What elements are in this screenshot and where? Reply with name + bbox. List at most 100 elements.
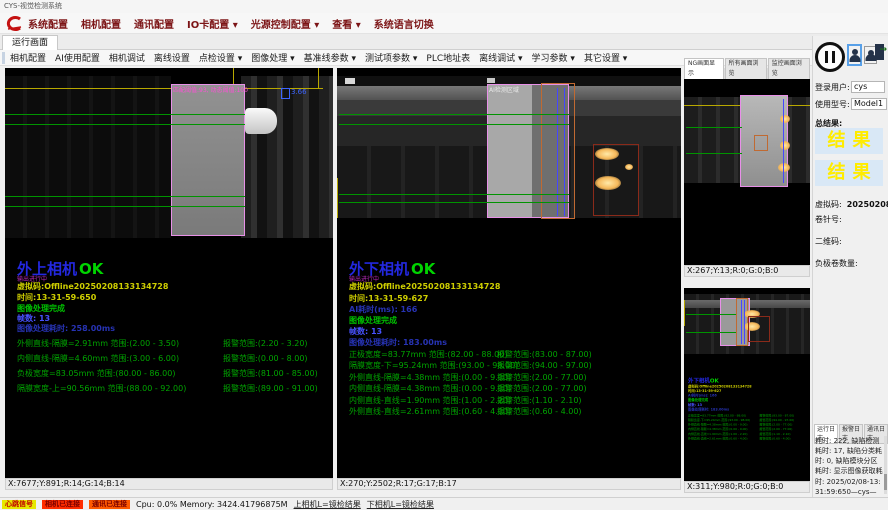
menu-io-config[interactable]: IO卡配置 ▾	[187, 16, 238, 31]
guide-line	[337, 178, 338, 218]
glare-spot	[625, 164, 633, 170]
upper-camera-result-link[interactable]: 上相机L=镜检结果	[294, 499, 361, 510]
guide-line	[557, 88, 558, 216]
tool-offline-debug[interactable]: 离线调试 ▾	[479, 51, 522, 64]
menu-light-config[interactable]: 光源控制配置 ▾	[251, 16, 320, 31]
process-done-line: 图像处理完成	[349, 315, 397, 326]
alarm-range: 报警范围:(2.00 - 77.00)	[759, 423, 792, 427]
coords-text: X:270;Y:2502;R:17;G:17;B:17	[340, 479, 457, 488]
measure-value: 隔膜宽度-上=90.56mm 范围:(88.00 - 92.00)	[17, 383, 186, 394]
tool-test-params[interactable]: 测试项参数 ▾	[365, 51, 417, 64]
model-label: 使用型号:	[815, 99, 850, 110]
tool-other-setting[interactable]: 其它设置 ▾	[584, 51, 627, 64]
alarm-range: 报警范围:(2.00 - 77.00)	[759, 427, 792, 431]
glare-spot	[595, 148, 619, 160]
measure-value: 内侧直线-直线=1.90mm 范围:(1.00 - 2.20)	[349, 395, 511, 406]
guide-line	[684, 300, 685, 326]
preview-view-bottom[interactable]: 外下相机OK 虚拟码:Offline20250208133134728 时间:1…	[684, 288, 810, 481]
tab-ng-display[interactable]: NG画面显示	[684, 58, 724, 79]
measure-value: 内侧直线-隔膜=4.38mm 范围:(0.00 - 9.00)	[349, 383, 511, 394]
lower-camera-result-link[interactable]: 下相机L=镜检结果	[367, 499, 434, 510]
preview-view-top[interactable]	[684, 79, 810, 265]
log-scrollbar[interactable]	[884, 436, 887, 494]
menubar: 系统配置 相机配置 通讯配置 IO卡配置 ▾ 光源控制配置 ▾ 查看 ▾ 系统语…	[0, 13, 888, 34]
login-user-button[interactable]	[847, 44, 862, 66]
tab-strip: 运行画面	[0, 34, 888, 50]
glare-spot	[595, 176, 621, 190]
tool-plc-address[interactable]: PLC地址表	[426, 51, 470, 64]
measure-value: 外侧直线-直线=2.61mm 范围:(0.60 - 4.00)	[349, 406, 511, 417]
defect-roi-box	[748, 316, 770, 342]
result-indicator-1: 结果	[815, 128, 883, 154]
roll-count-label: 负极卷数量:	[815, 258, 858, 269]
alarm-range: 报警范围:(0.60 - 4.00)	[759, 436, 790, 440]
guide-line	[339, 194, 569, 195]
guide-line	[783, 99, 784, 183]
window-title: CYS-视觉检测系统	[4, 2, 62, 10]
menu-language-switch[interactable]: 系统语言切换	[374, 16, 434, 31]
window-bottom-margin	[0, 510, 888, 522]
alarm-range: 报警范围:(2.00 - 77.00)	[497, 383, 587, 394]
guide-line	[5, 206, 245, 207]
guide-line	[339, 114, 569, 115]
camera-view-upper[interactable]: 匹配阈值:93, 动态阈值:100 3.66 外上相机OK 输出进行中 虚拟码:…	[5, 68, 333, 478]
coords-text: X:7677;Y:891;R:14;G:14;B:14	[8, 479, 125, 488]
guide-line	[744, 300, 745, 344]
tab-monitor-views[interactable]: 监控画面浏览	[768, 58, 810, 79]
tool-offline-setting[interactable]: 离线设置	[154, 51, 190, 64]
measure-value: 内侧直线-隔膜=4.38mm 范围:(0.00 - 9.00)	[688, 427, 748, 431]
alarm-range: 报警范围:(2.00 - 77.00)	[497, 372, 587, 383]
tool-learn-params[interactable]: 学习参数 ▾	[532, 51, 575, 64]
titlebar: CYS-视觉检测系统	[0, 0, 888, 13]
ok-status: OK	[79, 260, 103, 278]
guide-line	[564, 88, 565, 216]
tool-spot-check[interactable]: 点检设置 ▾	[199, 51, 242, 64]
menu-comm-config[interactable]: 通讯配置	[134, 16, 174, 31]
tool-image-process[interactable]: 图像处理 ▾	[251, 51, 294, 64]
log-scrollbar-thumb[interactable]	[884, 474, 887, 490]
threshold-overlay-text: 匹配阈值:93, 动态阈值:100	[173, 85, 248, 94]
measure-value: 外侧直线-隔膜=2.91mm 范围:(2.00 - 3.50)	[17, 338, 179, 349]
login-user-value[interactable]: cys	[851, 81, 885, 93]
menu-camera-config[interactable]: 相机配置	[81, 16, 121, 31]
ai-region-label: AI检测区域	[489, 85, 519, 94]
virtual-code-label: 虚拟码:	[815, 200, 842, 209]
tool-ai-use-config[interactable]: AI使用配置	[55, 51, 100, 64]
virtual-code-row: 虚拟码: 20250208	[815, 192, 888, 211]
measure-value: 外侧直线-隔膜=4.38mm 范围:(0.00 - 9.00)	[688, 423, 748, 427]
exit-button[interactable]: →	[873, 42, 887, 64]
guide-line	[686, 127, 742, 128]
glare-spot	[778, 163, 790, 172]
machine-detail	[487, 78, 495, 83]
gripper-blob	[245, 108, 277, 134]
alarm-range: 报警范围:(1.10 - 2.10)	[759, 432, 790, 436]
guide-line	[5, 114, 245, 115]
qr-code-label: 二维码:	[815, 236, 842, 247]
measure-value: 内侧直线-直线=1.90mm 范围:(1.00 - 2.20)	[688, 432, 748, 436]
camera-view-lower[interactable]: AI检测区域 外下相机OK 输出进行中 虚拟码:Offline202502081…	[337, 68, 681, 478]
measure-value: 隔膜宽度-下=95.24mm 范围:(93.00 - 98.00)	[349, 360, 518, 371]
result-indicator-2: 结果	[815, 160, 883, 186]
tool-camera-debug[interactable]: 相机调试	[109, 51, 145, 64]
pause-button[interactable]	[815, 42, 845, 72]
tab-run-screen[interactable]: 运行画面	[2, 35, 58, 51]
cpu-memory-text: Cpu: 0.0% Memory: 3424.41796875M	[136, 500, 288, 509]
tab-all-views[interactable]: 所有画面浏览	[725, 58, 767, 79]
marker-value: 3.66	[291, 88, 307, 96]
guide-line	[5, 124, 245, 125]
menu-view[interactable]: 查看 ▾	[332, 16, 361, 31]
guide-line	[686, 153, 742, 154]
comm-connected-badge: 通讯已连接	[89, 500, 130, 509]
alarm-range: 报警范围:(0.00 - 8.00)	[223, 353, 308, 364]
measure-value: 正极宽度=83.77mm 范围:(82.00 - 88.00)	[688, 413, 746, 417]
model-value[interactable]: Model1	[851, 98, 887, 110]
menu-system-config[interactable]: 系统配置	[28, 16, 68, 31]
needle-number-label: 卷针号:	[815, 214, 842, 225]
app-window: CYS-视觉检测系统 系统配置 相机配置 通讯配置 IO卡配置 ▾ 光源控制配置…	[0, 0, 888, 522]
alarm-range: 报警范围:(2.20 - 3.20)	[223, 338, 308, 349]
guide-line	[339, 202, 569, 203]
alarm-range: 报警范围:(0.60 - 4.00)	[497, 406, 582, 417]
tool-camera-config[interactable]: 相机配置	[10, 51, 46, 64]
ok-status: OK	[411, 260, 435, 278]
tool-baseline-params[interactable]: 基准线参数 ▾	[304, 51, 356, 64]
